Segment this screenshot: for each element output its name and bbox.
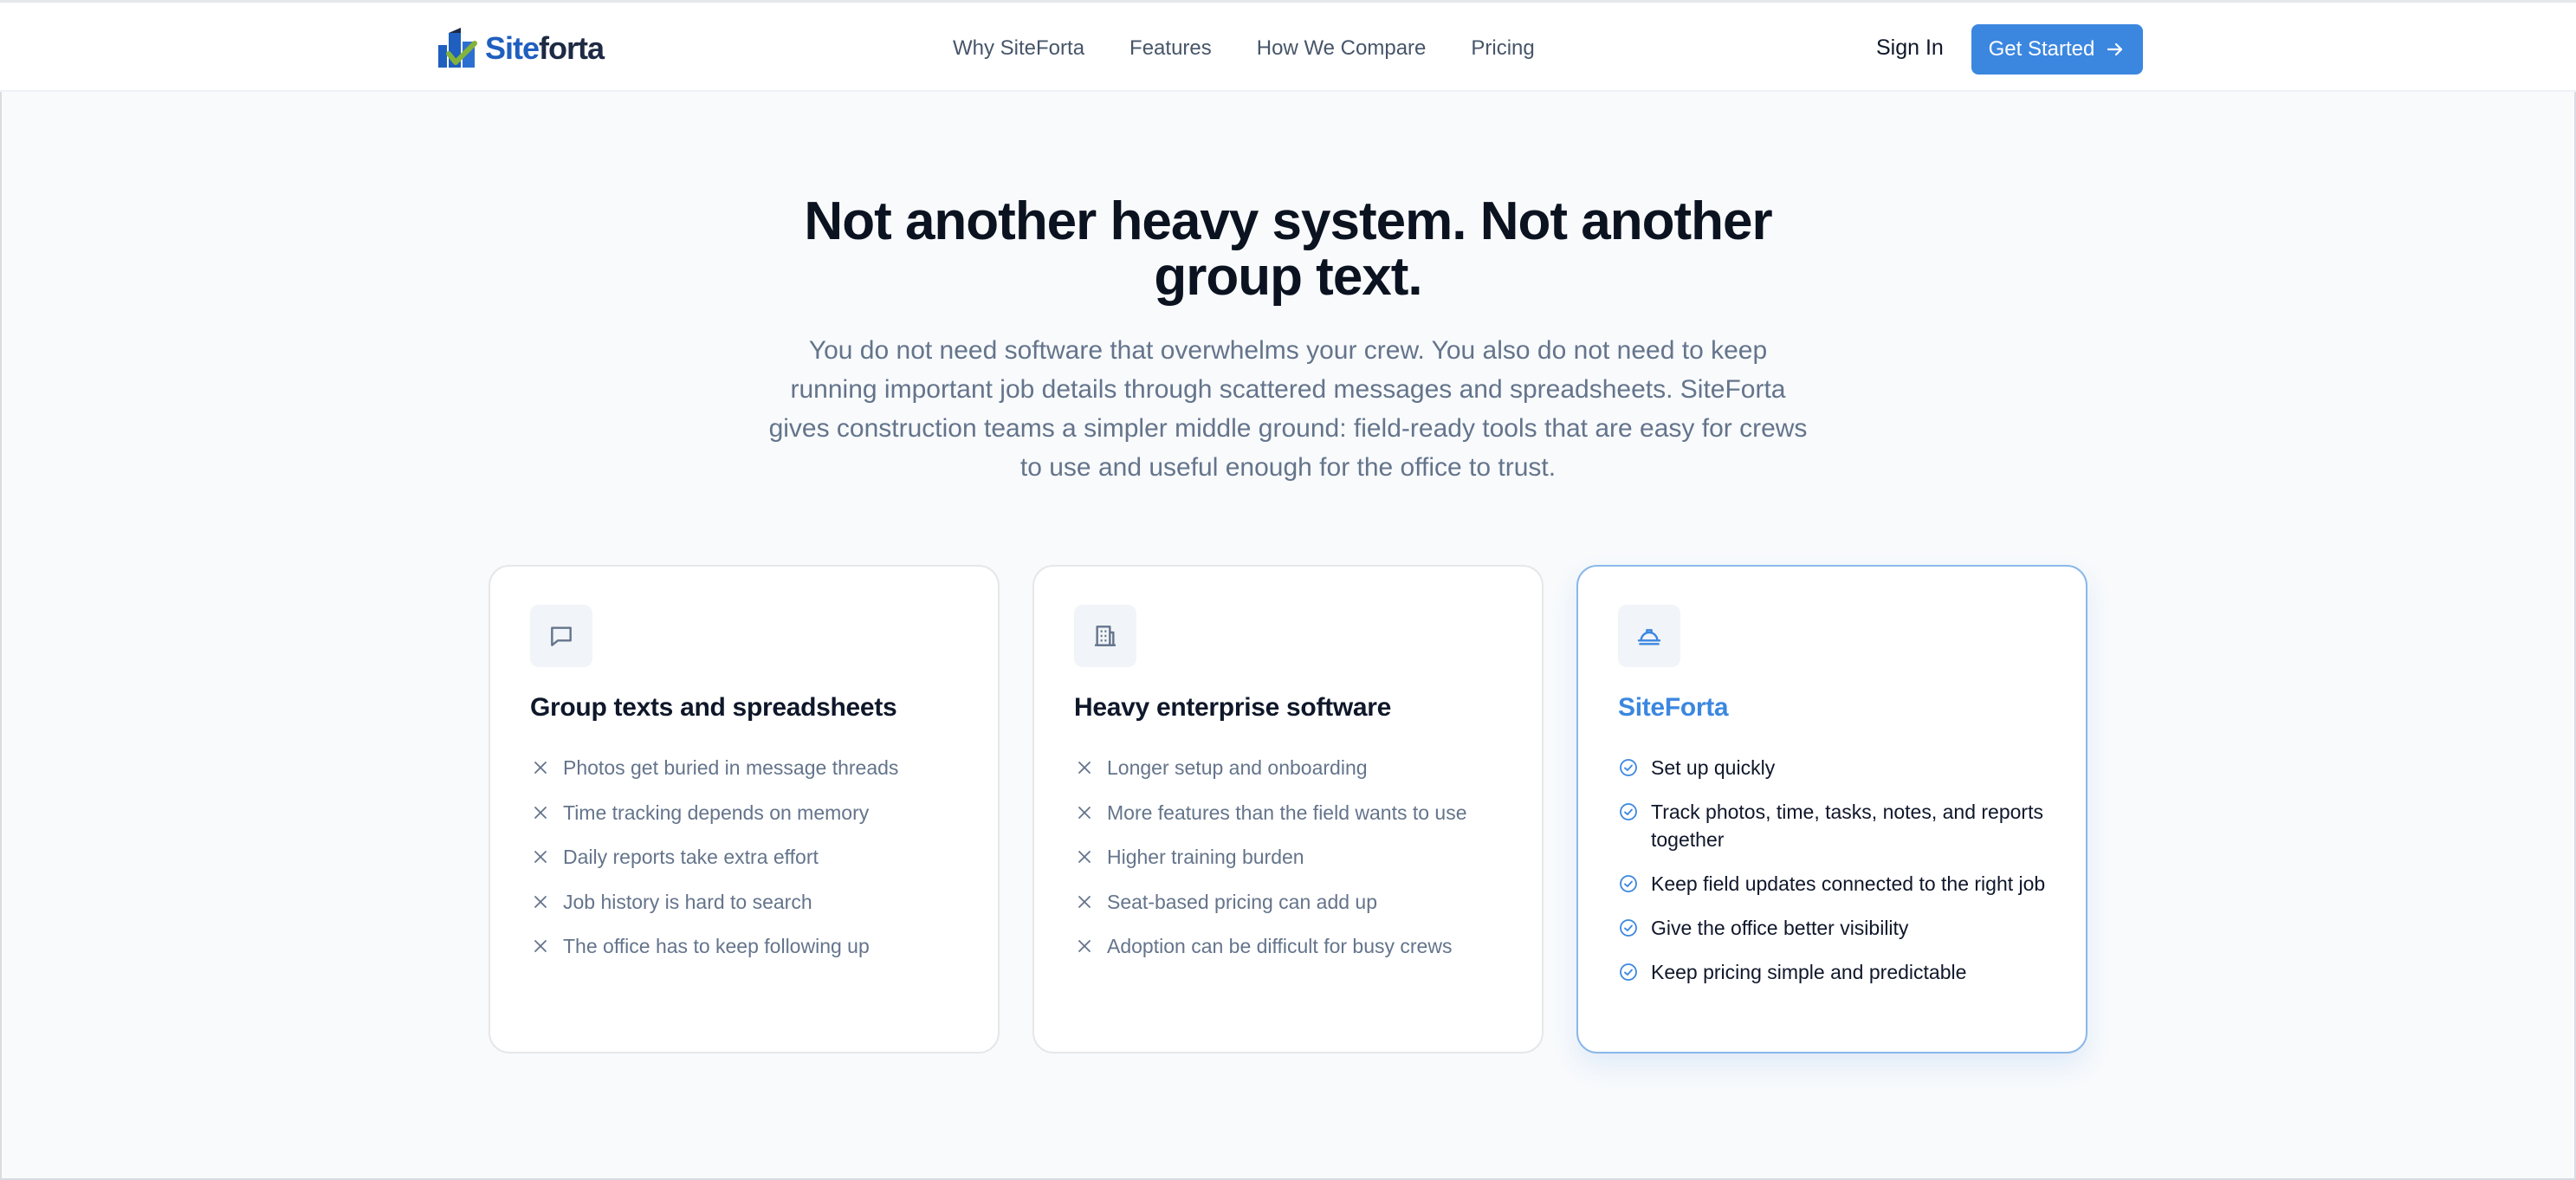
card-list: Longer setup and onboarding More feature…: [1074, 754, 1507, 977]
nav-link-how-we-compare[interactable]: How We Compare: [1257, 36, 1427, 61]
comparison-card-siteforta: SiteForta Set up quickly Track photos, t…: [1576, 565, 2087, 1054]
x-icon: [1078, 762, 1091, 774]
get-started-label: Get Started: [1988, 37, 2095, 61]
check-circle-icon: [1620, 919, 1637, 937]
list-item-text: Adoption can be difficult for busy crews: [1107, 935, 1453, 957]
x-icon: [534, 762, 547, 774]
x-icon: [534, 851, 547, 863]
brand-logo[interactable]: Site forta: [437, 20, 605, 77]
brand-name-part1: Site: [485, 30, 540, 66]
card-icon-box: [1074, 605, 1136, 667]
list-item: Photos get buried in message threads: [530, 754, 963, 781]
logo-icon: [438, 28, 477, 68]
list-item: More features than the field wants to us…: [1074, 799, 1507, 827]
x-icon: [1078, 851, 1091, 863]
list-item: Keep field updates connected to the righ…: [1618, 870, 2051, 898]
list-item-text: Track photos, time, tasks, notes, and re…: [1651, 801, 2043, 851]
list-item: Higher training burden: [1074, 843, 1507, 871]
list-item-text: Photos get buried in message threads: [563, 756, 899, 779]
list-item-text: Seat-based pricing can add up: [1107, 890, 1377, 913]
x-icon: [534, 940, 547, 952]
list-item: Longer setup and onboarding: [1074, 754, 1507, 781]
list-item-text: Longer setup and onboarding: [1107, 756, 1368, 779]
x-icon: [1078, 895, 1091, 908]
list-item-text: Daily reports take extra effort: [563, 846, 819, 868]
card-icon-box: [1618, 605, 1680, 667]
card-list: Set up quickly Track photos, time, tasks…: [1618, 754, 2051, 1002]
hero-title: Not another heavy system. Not another gr…: [804, 191, 1772, 307]
check-circle-icon: [1620, 759, 1637, 776]
card-title: Group texts and spreadsheets: [530, 693, 897, 722]
brand-wordmark: Site forta: [485, 30, 605, 67]
list-item-text: Time tracking depends on memory: [563, 801, 870, 824]
nav-link-features[interactable]: Features: [1129, 36, 1212, 61]
check-circle-icon: [1620, 803, 1637, 820]
comparison-card-enterprise: Heavy enterprise software Longer setup a…: [1032, 565, 1544, 1054]
list-item-text: Keep field updates connected to the righ…: [1651, 872, 2046, 895]
list-item: Track photos, time, tasks, notes, and re…: [1618, 798, 2051, 853]
list-item-text: More features than the field wants to us…: [1107, 801, 1467, 824]
x-icon: [534, 806, 547, 819]
nav-link-why-siteforta[interactable]: Why SiteForta: [953, 36, 1084, 61]
list-item-text: The office has to keep following up: [563, 935, 870, 957]
card-title: Heavy enterprise software: [1074, 693, 1392, 722]
list-item-text: Higher training burden: [1107, 846, 1304, 868]
sign-in-link[interactable]: Sign In: [1876, 36, 1944, 61]
list-item-text: Keep pricing simple and predictable: [1651, 961, 1967, 983]
list-item-text: Give the office better visibility: [1651, 917, 1909, 939]
x-icon: [1078, 940, 1091, 952]
nav-link-pricing[interactable]: Pricing: [1471, 36, 1534, 61]
list-item-text: Job history is hard to search: [563, 890, 812, 913]
top-navbar: Site forta Why SiteForta Features How We …: [0, 0, 2576, 92]
list-item: Set up quickly: [1618, 754, 2051, 781]
check-circle-icon: [1620, 963, 1637, 981]
arrow-right-icon: [2107, 42, 2123, 56]
list-item: Keep pricing simple and predictable: [1618, 958, 2051, 986]
list-item: Daily reports take extra effort: [530, 843, 963, 871]
list-item: Time tracking depends on memory: [530, 799, 963, 827]
primary-nav: Why SiteForta Features How We Compare Pr…: [953, 3, 1535, 94]
card-icon-box: [530, 605, 592, 667]
list-item: The office has to keep following up: [530, 932, 963, 960]
brand-name-part2: forta: [539, 30, 605, 66]
hard-hat-icon: [1637, 629, 1661, 645]
check-circle-icon: [1620, 875, 1637, 892]
card-list: Photos get buried in message threads Tim…: [530, 754, 963, 977]
x-icon: [1078, 806, 1091, 819]
get-started-button[interactable]: Get Started: [1971, 24, 2143, 75]
list-item-text: Set up quickly: [1651, 756, 1776, 779]
card-title: SiteForta: [1618, 693, 1729, 722]
comparison-card-group-texts: Group texts and spreadsheets Photos get …: [489, 565, 1000, 1054]
message-icon: [551, 626, 572, 646]
hero-subtitle: You do not need software that overwhelms…: [768, 336, 1808, 482]
x-icon: [534, 895, 547, 908]
list-item: Job history is hard to search: [530, 888, 963, 916]
building-icon: [1095, 626, 1116, 646]
list-item: Adoption can be difficult for busy crews: [1074, 932, 1507, 960]
list-item: Give the office better visibility: [1618, 914, 2051, 942]
list-item: Seat-based pricing can add up: [1074, 888, 1507, 916]
